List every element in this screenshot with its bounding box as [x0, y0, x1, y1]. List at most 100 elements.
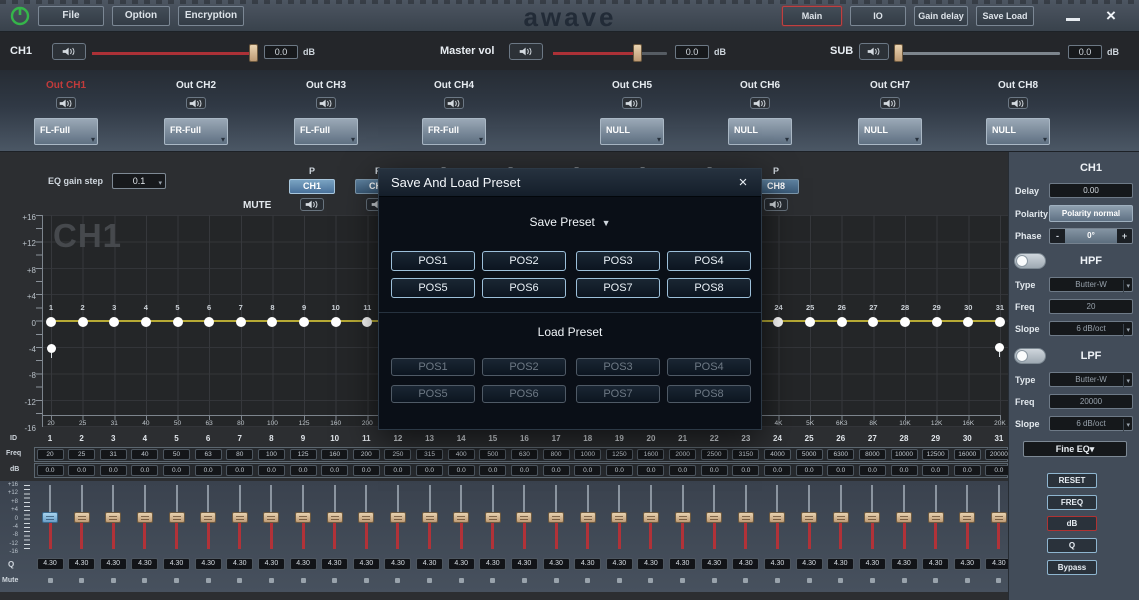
band-freq-field[interactable]: 10000: [891, 449, 918, 460]
band-fader-handle[interactable]: [959, 512, 975, 523]
power-icon[interactable]: [9, 5, 31, 27]
ch1-mute-button[interactable]: [52, 43, 86, 60]
save-preset-button-pos6[interactable]: POS6: [482, 278, 566, 298]
band-mute-indicator[interactable]: [712, 578, 717, 583]
hpf-type-select[interactable]: Butter-W▾: [1049, 277, 1133, 292]
band-mute-indicator[interactable]: [174, 578, 179, 583]
output-mute-button[interactable]: [186, 97, 206, 109]
band-fader-handle[interactable]: [358, 512, 374, 523]
band-db-field[interactable]: 0.0: [479, 465, 506, 476]
eq-band-point[interactable]: [868, 317, 878, 327]
band-q-field[interactable]: 4.30: [701, 558, 728, 570]
load-preset-button-pos7[interactable]: POS7: [576, 385, 660, 403]
output-mute-button[interactable]: [444, 97, 464, 109]
band-mute-indicator[interactable]: [332, 578, 337, 583]
band-fader-handle[interactable]: [769, 512, 785, 523]
output-routing-select[interactable]: FL-Full▾: [294, 118, 358, 145]
band-db-field[interactable]: 0.0: [100, 465, 127, 476]
band-db-field[interactable]: 0.0: [68, 465, 95, 476]
output-mute-button[interactable]: [56, 97, 76, 109]
band-q-field[interactable]: 4.30: [37, 558, 64, 570]
band-fader-handle[interactable]: [42, 512, 58, 523]
band-q-field[interactable]: 4.30: [448, 558, 475, 570]
band-freq-field[interactable]: 50: [163, 449, 190, 460]
minimize-icon[interactable]: [1066, 18, 1080, 21]
band-db-field[interactable]: 0.0: [448, 465, 475, 476]
eq-band-point[interactable]: [267, 317, 277, 327]
band-db-field[interactable]: 0.0: [954, 465, 981, 476]
band-mute-indicator[interactable]: [965, 578, 970, 583]
ch1-volume-slider[interactable]: [92, 52, 258, 55]
output-routing-select[interactable]: NULL▾: [986, 118, 1050, 145]
band-freq-field[interactable]: 25: [68, 449, 95, 460]
band-q-field[interactable]: 4.30: [226, 558, 253, 570]
hpf-freq-field[interactable]: 20: [1049, 299, 1133, 314]
band-q-field[interactable]: 4.30: [258, 558, 285, 570]
band-fader-handle[interactable]: [453, 512, 469, 523]
band-freq-field[interactable]: 125: [290, 449, 317, 460]
band-q-field[interactable]: 4.30: [606, 558, 633, 570]
channel-mute-button[interactable]: [764, 198, 788, 211]
band-mute-indicator[interactable]: [301, 578, 306, 583]
view-io-button[interactable]: IO: [850, 6, 906, 26]
band-mute-indicator[interactable]: [996, 578, 1001, 583]
band-freq-field[interactable]: 16000: [954, 449, 981, 460]
band-freq-field[interactable]: 200: [353, 449, 380, 460]
output-mute-button[interactable]: [880, 97, 900, 109]
band-fader-handle[interactable]: [74, 512, 90, 523]
band-q-field[interactable]: 4.30: [764, 558, 791, 570]
reset-button[interactable]: RESET: [1047, 473, 1097, 488]
eq-band-point[interactable]: [236, 317, 246, 327]
band-fader-handle[interactable]: [295, 512, 311, 523]
band-db-field[interactable]: 0.0: [701, 465, 728, 476]
eq-band-point[interactable]: [805, 317, 815, 327]
band-mute-indicator[interactable]: [490, 578, 495, 583]
output-mute-button[interactable]: [316, 97, 336, 109]
load-preset-button-pos4[interactable]: POS4: [667, 358, 751, 376]
band-freq-field[interactable]: 500: [479, 449, 506, 460]
hpf-toggle[interactable]: [1014, 253, 1046, 269]
band-q-field[interactable]: 4.30: [163, 558, 190, 570]
band-freq-field[interactable]: 100: [258, 449, 285, 460]
band-fader-handle[interactable]: [833, 512, 849, 523]
band-db-field[interactable]: 0.0: [732, 465, 759, 476]
band-fader-handle[interactable]: [137, 512, 153, 523]
band-freq-field[interactable]: 1250: [606, 449, 633, 460]
band-fader-handle[interactable]: [643, 512, 659, 523]
band-fader-handle[interactable]: [675, 512, 691, 523]
band-freq-field[interactable]: 160: [321, 449, 348, 460]
band-fader-handle[interactable]: [548, 512, 564, 523]
band-mute-indicator[interactable]: [364, 578, 369, 583]
band-q-field[interactable]: 4.30: [479, 558, 506, 570]
freq-edit-button[interactable]: FREQ: [1047, 495, 1097, 510]
band-q-field[interactable]: 4.30: [131, 558, 158, 570]
band-mute-indicator[interactable]: [206, 578, 211, 583]
band-db-field[interactable]: 0.0: [163, 465, 190, 476]
band-mute-indicator[interactable]: [775, 578, 780, 583]
band-fader-handle[interactable]: [896, 512, 912, 523]
band-freq-field[interactable]: 6300: [827, 449, 854, 460]
load-preset-button-pos5[interactable]: POS5: [391, 385, 475, 403]
band-q-field[interactable]: 4.30: [669, 558, 696, 570]
band-freq-field[interactable]: 5000: [796, 449, 823, 460]
band-mute-indicator[interactable]: [395, 578, 400, 583]
band-db-field[interactable]: 0.0: [606, 465, 633, 476]
band-fader-handle[interactable]: [105, 512, 121, 523]
output-channel-label[interactable]: Out CH3: [280, 80, 372, 91]
band-fader-handle[interactable]: [611, 512, 627, 523]
eq-band-point[interactable]: [46, 317, 56, 327]
eq-band-point[interactable]: [78, 317, 88, 327]
menu-file[interactable]: File: [38, 6, 104, 26]
band-freq-field[interactable]: 31: [100, 449, 127, 460]
master-volume-handle[interactable]: [633, 44, 642, 62]
output-routing-select[interactable]: NULL▾: [858, 118, 922, 145]
band-q-field[interactable]: 4.30: [954, 558, 981, 570]
band-q-field[interactable]: 4.30: [290, 558, 317, 570]
load-preset-button-pos3[interactable]: POS3: [576, 358, 660, 376]
save-preset-dropdown[interactable]: Save Preset ▼: [379, 215, 761, 229]
view-gain-delay-button[interactable]: Gain delay: [914, 6, 968, 26]
band-mute-indicator[interactable]: [807, 578, 812, 583]
hpf-marker[interactable]: [47, 344, 56, 353]
band-q-field[interactable]: 4.30: [100, 558, 127, 570]
band-q-field[interactable]: 4.30: [543, 558, 570, 570]
